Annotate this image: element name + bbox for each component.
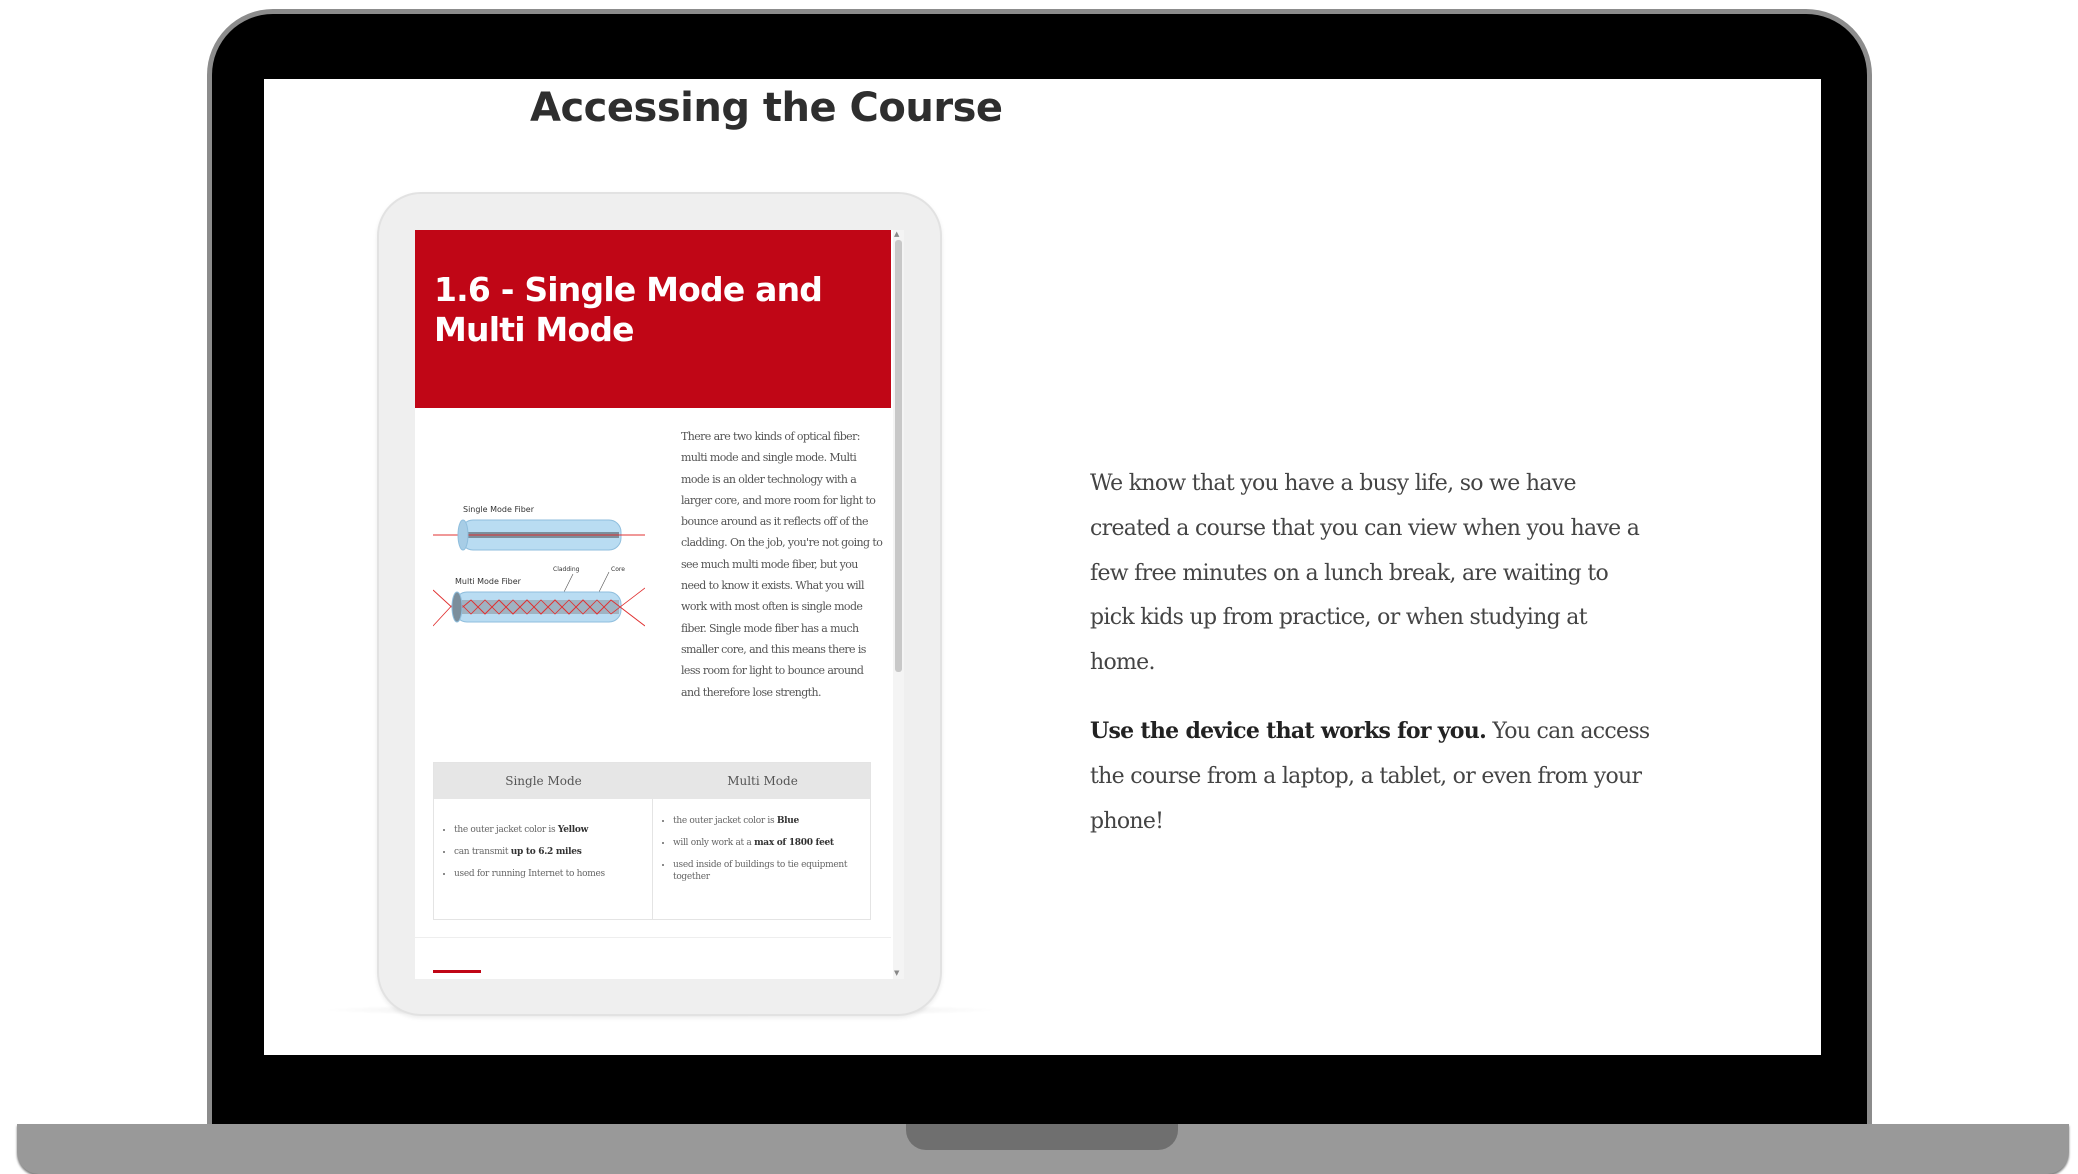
fiber-diagram: Single Mode Fiber Cladding Core Multi Mo… xyxy=(433,505,645,627)
table-header-multi-mode: Multi Mode xyxy=(727,774,798,788)
lesson-header: 1.6 - Single Mode and Multi Mode xyxy=(415,230,891,408)
list-item: can transmit up to 6.2 miles xyxy=(454,841,649,863)
device-paragraph-lead: Use the device that works for you. xyxy=(1090,718,1487,744)
table-header-row: Single Mode Multi Mode xyxy=(434,763,870,799)
list-item: will only work at a max of 1800 feet xyxy=(673,837,868,849)
device-paragraph: Use the device that works for you. You c… xyxy=(1090,709,1650,844)
page-title: Accessing the Course xyxy=(530,85,1003,131)
multi-mode-end xyxy=(451,591,463,623)
footer-divider xyxy=(415,937,891,938)
single-mode-fiber-label: Single Mode Fiber xyxy=(463,505,535,514)
core-label: Core xyxy=(611,566,625,573)
multi-mode-fiber-label: Multi Mode Fiber xyxy=(455,577,522,586)
fiber-comparison-table: Single Mode Multi Mode the outer jacket … xyxy=(433,762,871,920)
lesson-body-text: There are two kinds of optical fiber: mu… xyxy=(681,430,883,699)
single-mode-end xyxy=(457,519,469,551)
cladding-label: Cladding xyxy=(553,566,580,573)
list-item: used for running Internet to homes xyxy=(454,863,649,885)
scroll-down-arrow-icon[interactable]: ▼ xyxy=(894,969,899,977)
intro-paragraph: We know that you have a busy life, so we… xyxy=(1090,471,1640,676)
table-header-single-mode: Single Mode xyxy=(505,774,582,788)
multi-mode-list: the outer jacket color is Blue will only… xyxy=(653,815,868,893)
scroll-up-arrow-icon[interactable]: ▲ xyxy=(894,230,899,238)
list-item: the outer jacket color is Blue xyxy=(673,815,868,827)
tablet-mockup: 1.6 - Single Mode and Multi Mode ▲ ▼ Sin… xyxy=(377,192,942,1016)
list-item: used inside of buildings to tie equipmen… xyxy=(673,859,868,883)
progress-indicator xyxy=(433,970,481,973)
lesson-title: 1.6 - Single Mode and Multi Mode xyxy=(434,270,823,349)
laptop-notch xyxy=(906,1124,1178,1150)
single-mode-list: the outer jacket color is Yellow can tra… xyxy=(434,819,649,885)
list-item: the outer jacket color is Yellow xyxy=(454,819,649,841)
tablet-screen: 1.6 - Single Mode and Multi Mode ▲ ▼ Sin… xyxy=(415,230,904,979)
scrollbar-thumb[interactable] xyxy=(895,240,902,672)
laptop-screen: Accessing the Course 1.6 - Single Mode a… xyxy=(264,79,1821,1055)
